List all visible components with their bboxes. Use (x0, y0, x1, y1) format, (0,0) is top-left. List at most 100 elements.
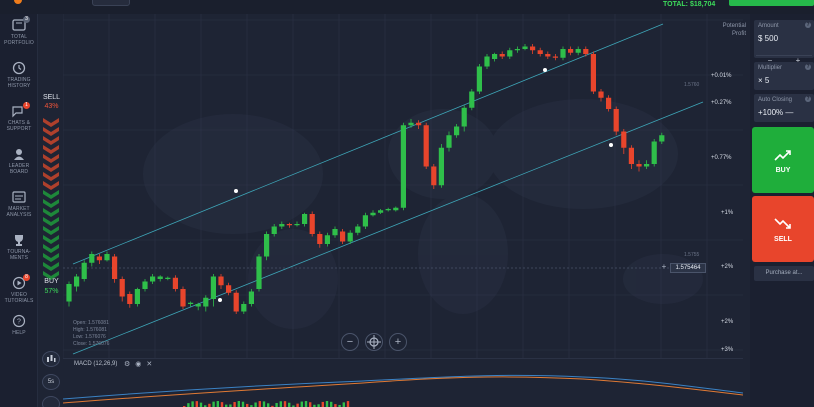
sidebar-item-video-tutorials[interactable]: 8 VIDEO TUTORIALS (0, 274, 38, 304)
help-icon[interactable]: ? (805, 96, 811, 102)
macd-histogram-bar (220, 402, 224, 407)
leaderboard-icon (11, 147, 27, 161)
candle-bullish (210, 276, 216, 299)
sidebar-item-chats[interactable]: 1 CHATS & SUPPORT (0, 102, 38, 132)
candle-bearish (590, 54, 596, 92)
zoom-in-button[interactable]: + (389, 333, 407, 351)
scale-label: +3% (721, 347, 734, 353)
candle-bullish (271, 226, 277, 234)
buy-button[interactable]: BUY (752, 127, 814, 193)
candle-bullish (241, 304, 247, 312)
sidebar-item-market-analysis[interactable]: MARKET ANALYSIS (0, 190, 38, 218)
macd-histogram-bar (216, 401, 219, 407)
auto-closing-box[interactable]: Auto Closing ? +100% — (754, 94, 814, 122)
candle-bullish (157, 276, 163, 279)
candle-bullish (446, 135, 452, 148)
scale-label: +2% (721, 319, 734, 325)
candle-bullish (659, 135, 665, 142)
svg-text:?: ? (17, 319, 21, 326)
candle-bearish (112, 256, 118, 279)
auto-closing-value[interactable]: +100% — (758, 108, 793, 117)
price-chart[interactable] (63, 14, 743, 359)
scale-label: +0.01% (711, 73, 732, 79)
trend-anchor-point (609, 143, 613, 147)
macd-histogram-bar (321, 401, 324, 407)
trend-anchor-point (234, 189, 238, 193)
sell-chevron (43, 114, 59, 127)
macd-histogram-bar (195, 401, 198, 407)
timeframe-button[interactable]: 5s (42, 374, 60, 390)
eye-icon[interactable]: ◉ (135, 361, 146, 368)
macd-histogram-bar (342, 402, 345, 407)
candle-bearish (416, 122, 422, 126)
ohlc-open: Open: 1.576081 (73, 320, 109, 326)
candle-bearish (233, 292, 239, 312)
candle-bullish (302, 214, 308, 224)
crosshair-button[interactable] (365, 333, 383, 351)
buy-label: BUY (775, 167, 791, 174)
market-analysis-icon (11, 190, 27, 204)
macd-histogram-bar (309, 402, 312, 407)
sidebar-item-leaderboard[interactable]: LEADER BOARD (0, 147, 38, 175)
candle-bullish (408, 122, 414, 126)
macd-histogram-bar (267, 403, 270, 407)
video-badge: 8 (23, 274, 30, 281)
sidebar-item-label: TOURNA- MENTS (7, 249, 31, 261)
buy-chevron (43, 213, 59, 226)
indicators-button[interactable] (42, 396, 60, 407)
chats-badge: 1 (23, 102, 30, 109)
sell-button[interactable]: SELL (752, 196, 814, 262)
scale-label: +0.77% (711, 155, 732, 161)
macd-histogram-bar (304, 401, 308, 407)
chart-canvas[interactable] (63, 14, 743, 359)
ohlc-close: Close: 1.576076 (73, 341, 110, 347)
macd-histogram-bar (262, 401, 266, 407)
sidebar-item-portfolio[interactable]: 3 TOTAL PORTFOLIO (0, 16, 38, 46)
asset-tab[interactable] (92, 0, 130, 6)
amount-box[interactable]: Amount ? $ 500 − + (754, 20, 814, 65)
potential-profit-label: Potential Profit (722, 23, 746, 37)
sidebar-item-history[interactable]: TRADING HISTORY (0, 61, 38, 89)
settings-icon[interactable]: ⚙ (124, 361, 135, 368)
candle-bearish (545, 54, 551, 57)
multiplier-box[interactable]: Multiplier ? × 5 (754, 62, 814, 90)
close-icon[interactable]: ✕ (146, 361, 157, 368)
zoom-out-button[interactable]: − (341, 333, 359, 351)
sidebar-item-help[interactable]: ? HELP (0, 314, 38, 336)
purchase-at-button[interactable]: Purchase at... (754, 266, 814, 281)
chart-type-button[interactable] (42, 351, 60, 367)
candle-bullish (81, 262, 87, 279)
total-balance[interactable]: TOTAL: $18,704 (663, 1, 715, 8)
multiplier-label: Multiplier (758, 65, 783, 71)
sidebar-item-label: VIDEO TUTORIALS (4, 292, 34, 304)
buy-chevron (43, 186, 59, 199)
help-icon[interactable]: ? (805, 22, 811, 28)
candle-bullish (378, 210, 384, 213)
candle-bullish (279, 224, 285, 227)
multiplier-value[interactable]: × 5 (758, 76, 769, 85)
add-alert-button[interactable]: + (659, 262, 669, 272)
candle-bearish (552, 56, 558, 58)
candle-bullish (89, 254, 95, 263)
macd-histogram-bar (258, 401, 261, 407)
sidebar-item-tournaments[interactable]: TOURNA- MENTS (0, 233, 38, 261)
amount-value[interactable]: $ 500 (758, 34, 778, 43)
scale-label: +2% (721, 264, 734, 270)
deposit-button[interactable] (729, 0, 814, 6)
candle-bearish (309, 214, 315, 234)
help-icon[interactable]: ? (805, 64, 811, 70)
candle-bearish (568, 49, 574, 53)
candle-bullish (575, 49, 581, 53)
candle-bullish (142, 281, 148, 289)
candle-bullish (74, 276, 80, 287)
candle-bullish (104, 254, 110, 261)
candle-bullish (507, 50, 513, 57)
trophy-icon (11, 233, 27, 247)
buy-chevron (43, 249, 59, 262)
candle-bullish (522, 46, 528, 49)
candle-bearish (606, 97, 612, 109)
candle-bullish (324, 235, 330, 244)
buy-chevron (43, 195, 59, 208)
candle-bearish (119, 279, 125, 297)
candle-bullish (385, 209, 391, 211)
